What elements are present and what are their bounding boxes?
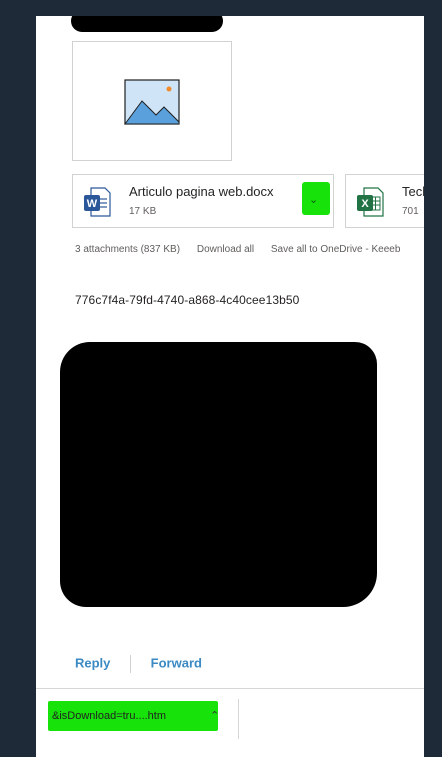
download-bar-divider	[238, 699, 239, 739]
redacted-content-block	[60, 342, 377, 607]
svg-text:X: X	[361, 198, 369, 210]
forward-button[interactable]: Forward	[151, 655, 202, 670]
message-body-text: 776c7f4a-79fd-4740-a868-4c40cee13b50	[75, 293, 300, 307]
image-placeholder-icon	[124, 79, 180, 125]
svg-text:W: W	[87, 198, 98, 210]
attachment-card-xlsx[interactable]: X Tech 701	[345, 174, 424, 228]
excel-icon: X	[357, 187, 384, 217]
attachment-file-name: Articulo pagina web.docx	[129, 184, 274, 199]
chevron-up-icon[interactable]: ⌃	[210, 709, 219, 722]
reply-button[interactable]: Reply	[75, 655, 110, 670]
attachments-summary: 3 attachments (837 KB)	[75, 244, 181, 255]
download-item[interactable]: &isDownload=tru....htm ⌃	[48, 701, 219, 731]
attachment-file-size: 701	[402, 206, 419, 217]
attachments-toolbar: 3 attachments (837 KB) Download all Save…	[75, 244, 414, 255]
save-all-onedrive-link[interactable]: Save all to OneDrive - Keeeb	[271, 244, 401, 255]
message-actions: Reply Forward	[75, 655, 202, 673]
download-all-link[interactable]: Download all	[197, 244, 254, 255]
attachment-file-size: 17 KB	[129, 206, 157, 217]
attachment-file-name: Tech	[402, 184, 424, 199]
image-attachment-preview[interactable]	[72, 41, 232, 161]
word-icon: W	[84, 187, 111, 217]
download-file-name: &isDownload=tru....htm	[52, 710, 167, 722]
action-divider	[130, 655, 132, 673]
browser-download-bar: &isDownload=tru....htm ⌃	[36, 688, 424, 757]
attachment-more-options-button[interactable]: ⌄	[302, 182, 330, 215]
redacted-sender-bar	[71, 16, 223, 32]
email-reading-pane: W Articulo pagina web.docx 17 KB ⌄ X Tec…	[36, 16, 424, 757]
chevron-down-icon: ⌄	[309, 194, 319, 206]
attachment-card-docx[interactable]: W Articulo pagina web.docx 17 KB ⌄	[72, 174, 334, 228]
